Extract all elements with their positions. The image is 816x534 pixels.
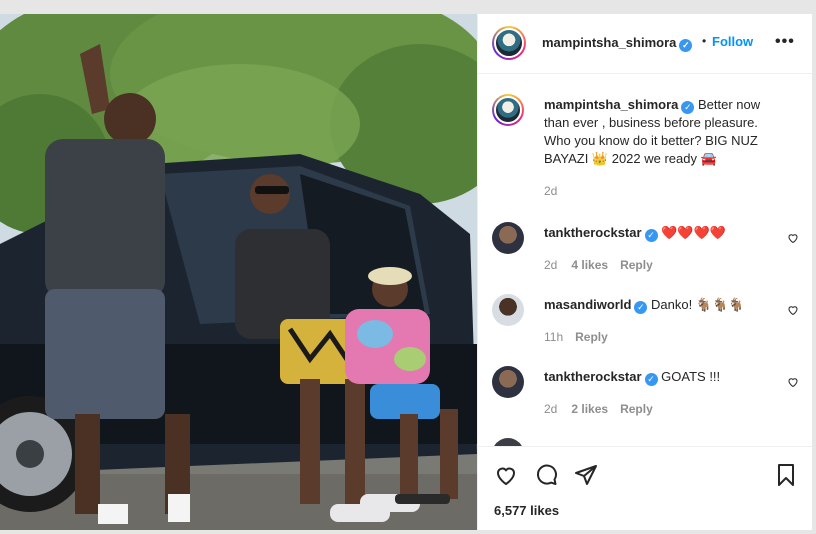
share-icon[interactable] [574,463,598,487]
photo-illustration [0,14,477,530]
commenter-avatar[interactable] [492,222,524,254]
commenter-avatar[interactable] [492,294,524,326]
post-photo[interactable] [0,14,477,530]
author-username-text[interactable]: mampintsha_shimora [542,35,676,50]
likes-count[interactable]: 6,577 likes [494,503,559,518]
commenter-avatar[interactable] [492,366,524,398]
post-header: mampintsha_shimora ✓ • Follow ••• [478,14,812,74]
comment-like-heart-icon[interactable] [787,376,799,388]
comment-likes[interactable]: 4 likes [571,258,608,272]
caption-avatar[interactable] [492,94,524,126]
author-username[interactable]: mampintsha_shimora ✓ [542,35,693,52]
verified-badge-icon: ✓ [679,39,693,52]
comment-icon[interactable] [534,463,558,487]
post-action-bar: 6,577 likes [478,446,812,530]
author-avatar[interactable] [492,26,526,60]
caption-username[interactable]: mampintsha_shimora [544,97,678,112]
caption-text-block: mampintsha_shimora ✓ Better now than ever… [544,96,784,168]
comment-username[interactable]: tanktherockstar [544,225,642,240]
comment-like-heart-icon[interactable] [787,232,799,244]
caption-meta: 2d [544,184,557,198]
verified-badge-icon: ✓ [681,101,695,114]
follow-button[interactable]: Follow [712,34,753,49]
comment-text: ❤️❤️❤️❤️ [661,225,726,240]
comment-meta: 2d 4 likes Reply [544,258,653,272]
instagram-post-modal: mampintsha_shimora ✓ • Follow ••• mampint… [0,14,812,530]
post-side-panel: mampintsha_shimora ✓ • Follow ••• mampint… [477,14,812,530]
comment-time[interactable]: 2d [544,258,557,272]
comments-list[interactable]: mampintsha_shimora ✓ Better now than ever… [478,74,812,446]
commenter-avatar[interactable] [492,438,524,446]
comment-username[interactable]: tanktherockstar [544,369,642,384]
comment-meta: 2d 2 likes Reply [544,402,653,416]
heart-icon[interactable] [494,463,518,487]
verified-badge-icon: ✓ [644,229,658,242]
comment-text: Danko! 🐐🐐🐐 [651,297,745,312]
comment-time[interactable]: 11h [544,330,563,344]
comment-username[interactable]: masandiworld [544,297,631,312]
comment-text-block: tanktherockstar ✓ ❤️❤️❤️❤️ [544,224,784,242]
caption-time[interactable]: 2d [544,184,557,198]
header-separator: • [702,34,707,48]
comment-like-heart-icon[interactable] [787,304,799,316]
comment-time[interactable]: 2d [544,402,557,416]
comment-text-block: tanktherockstar ✓ GOATS !!! [544,368,784,386]
verified-badge-icon: ✓ [634,301,648,314]
verified-badge-icon: ✓ [644,373,658,386]
comment-likes[interactable]: 2 likes [571,402,608,416]
bookmark-icon[interactable] [774,463,798,487]
comment-meta: 11h Reply [544,330,608,344]
comment-text: GOATS !!! [661,369,721,384]
more-options-icon[interactable]: ••• [775,33,795,51]
reply-button[interactable]: Reply [620,402,653,416]
reply-button[interactable]: Reply [575,330,608,344]
comment-text-block: masandiworld ✓ Danko! 🐐🐐🐐 [544,296,784,314]
reply-button[interactable]: Reply [620,258,653,272]
